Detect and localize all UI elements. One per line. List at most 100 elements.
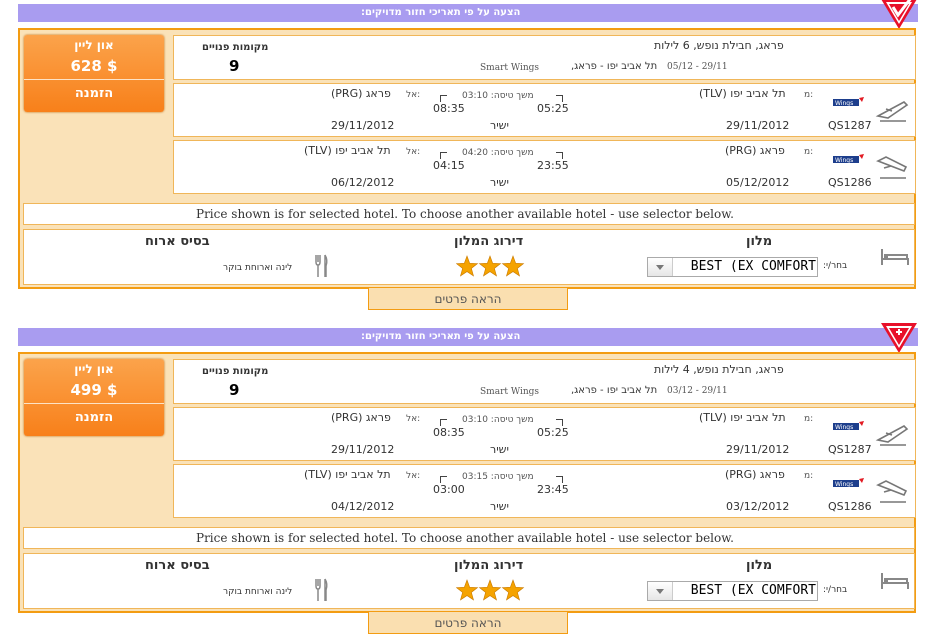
dep-time: 05:25 bbox=[537, 102, 569, 115]
offer-body: און ליין 499 $ הזמנה פראג, חבילת נופש, 4… bbox=[18, 352, 916, 613]
hotel-select[interactable]: BEST (EX COMFORT bbox=[647, 257, 818, 277]
hotel-header: מלון bbox=[746, 558, 773, 573]
divider bbox=[24, 79, 164, 80]
timeline-tick bbox=[440, 152, 447, 159]
dep-time: 23:55 bbox=[537, 159, 569, 172]
board-header: בסיס ארוח bbox=[145, 234, 210, 249]
timeline-tick bbox=[556, 419, 563, 426]
flight-number: QS1286 bbox=[828, 176, 872, 189]
package-summary: פראג, חבילת נופש, 4 לילות 03/12 - 29/11 … bbox=[173, 359, 916, 404]
smart-wings-logo-icon: Wings bbox=[833, 97, 864, 107]
arr-time: 08:35 bbox=[433, 102, 465, 115]
arr-time: 03:00 bbox=[433, 483, 465, 496]
seats-count: 9 bbox=[229, 381, 240, 399]
flight-to: תל אביב יפו (TLV) bbox=[304, 144, 391, 157]
arr-time: 08:35 bbox=[433, 426, 465, 439]
dep-date: 29/11/2012 bbox=[726, 443, 790, 456]
star-icon bbox=[501, 579, 525, 601]
arr-date: 04/12/2012 bbox=[331, 500, 395, 513]
flight-to: תל אביב יפו (TLV) bbox=[304, 468, 391, 481]
departure-plane-icon bbox=[875, 101, 909, 122]
chevron-down-icon[interactable] bbox=[648, 258, 673, 276]
package-route: תל אביב יפו - פראג, bbox=[571, 61, 658, 72]
divider bbox=[24, 403, 164, 404]
dep-time: 05:25 bbox=[537, 426, 569, 439]
flight-outbound: Wings מ: תל אביב יפו (TLV) אל: פראג (PRG… bbox=[173, 407, 916, 461]
arr-date: 29/11/2012 bbox=[331, 119, 395, 132]
plus-icon bbox=[881, 323, 917, 353]
offer-banner: הצעה על פי תאריכי חזור מדויקים: bbox=[18, 4, 918, 22]
seats-count: 9 bbox=[229, 57, 240, 75]
flight-number: QS1286 bbox=[828, 500, 872, 513]
svg-text:Wings: Wings bbox=[835, 157, 853, 164]
seats-label: מקומות פנויים bbox=[202, 42, 269, 53]
flight-to: פראג (PRG) bbox=[331, 87, 391, 100]
board-header: בסיס ארוח bbox=[145, 558, 210, 573]
flight-duration: משך טיסה: 03:10 bbox=[462, 415, 534, 425]
flight-duration: משך טיסה: 03:10 bbox=[462, 91, 534, 101]
hotel-selector-panel: מלון דירוג המלון בסיס ארוח בחר/י: BEST (… bbox=[23, 229, 915, 285]
star-icon bbox=[478, 255, 502, 277]
dep-time: 23:45 bbox=[537, 483, 569, 496]
hotel-rating-stars bbox=[455, 579, 536, 603]
svg-text:Wings: Wings bbox=[835, 100, 853, 107]
book-button[interactable]: הזמנה bbox=[24, 410, 164, 425]
star-icon bbox=[455, 255, 479, 277]
show-details-tab[interactable]: הראה פרטים bbox=[368, 288, 568, 310]
from-label: מ: bbox=[804, 414, 814, 424]
arrival-plane-icon bbox=[876, 156, 908, 179]
offer-banner: הצעה על פי תאריכי חזור מדויקים: bbox=[18, 328, 918, 346]
from-label: מ: bbox=[804, 90, 814, 100]
smart-wings-logo-icon: Wings bbox=[833, 154, 864, 164]
flight-to: פראג (PRG) bbox=[331, 411, 391, 424]
dep-date: 05/12/2012 bbox=[726, 176, 790, 189]
timeline-tick bbox=[556, 476, 563, 483]
package-dates: 03/12 - 29/11 bbox=[667, 386, 728, 396]
board-basis: לינה וארוחת בוקר bbox=[223, 263, 293, 273]
price-box: און ליין 499 $ הזמנה bbox=[24, 359, 164, 436]
flight-from: פראג (PRG) bbox=[725, 144, 785, 157]
hotel-select-value: BEST (EX COMFORT bbox=[690, 583, 816, 598]
dep-date: 29/11/2012 bbox=[726, 119, 790, 132]
fork-knife-icon bbox=[315, 578, 328, 601]
choose-label: בחר/י: bbox=[823, 585, 848, 595]
price-amount: 499 $ bbox=[70, 381, 118, 399]
book-button[interactable]: הזמנה bbox=[24, 86, 164, 101]
choose-label: בחר/י: bbox=[823, 261, 848, 271]
to-label: אל: bbox=[406, 147, 421, 157]
arr-date: 29/11/2012 bbox=[331, 443, 395, 456]
svg-text:Wings: Wings bbox=[835, 481, 853, 488]
chevron-down-icon[interactable] bbox=[648, 582, 673, 600]
smart-wings-logo-icon: Wings bbox=[833, 478, 864, 488]
timeline-tick bbox=[440, 419, 447, 426]
offer-card: הצעה על פי תאריכי חזור מדויקים: און ליין… bbox=[0, 323, 937, 640]
airline-name: Smart Wings bbox=[480, 63, 539, 73]
bed-icon bbox=[881, 249, 909, 265]
arr-time: 04:15 bbox=[433, 159, 465, 172]
hotel-select[interactable]: BEST (EX COMFORT bbox=[647, 581, 818, 601]
svg-text:Wings: Wings bbox=[835, 424, 853, 431]
from-label: מ: bbox=[804, 147, 814, 157]
to-label: אל: bbox=[406, 414, 421, 424]
timeline-tick bbox=[440, 95, 447, 102]
offer-card: הצעה על פי תאריכי חזור מדויקים: און ליין… bbox=[0, 0, 937, 316]
arr-date: 06/12/2012 bbox=[331, 176, 395, 189]
flight-type: ישיר bbox=[490, 500, 509, 513]
hotel-select-value: BEST (EX COMFORT bbox=[690, 259, 816, 274]
to-label: אל: bbox=[406, 90, 421, 100]
airline-name: Smart Wings bbox=[480, 387, 539, 397]
package-title: פראג, חבילת נופש, 6 לילות bbox=[654, 39, 784, 52]
price-note-text: Price shown is for selected hotel. To ch… bbox=[196, 207, 734, 221]
flight-duration: משך טיסה: 04:20 bbox=[462, 148, 534, 158]
seats-label: מקומות פנויים bbox=[202, 366, 269, 377]
show-details-tab[interactable]: הראה פרטים bbox=[368, 612, 568, 634]
package-title: פראג, חבילת נופש, 4 לילות bbox=[654, 363, 784, 376]
board-basis: לינה וארוחת בוקר bbox=[223, 587, 293, 597]
rating-header: דירוג המלון bbox=[454, 558, 524, 573]
from-label: מ: bbox=[804, 471, 814, 481]
banner-text: הצעה על פי תאריכי חזור מדויקים: bbox=[361, 331, 521, 342]
timeline-tick bbox=[556, 152, 563, 159]
smart-wings-logo-icon: Wings bbox=[833, 421, 864, 431]
hotel-selector-panel: מלון דירוג המלון בסיס ארוח בחר/י: BEST (… bbox=[23, 553, 915, 609]
price-box: און ליין 628 $ הזמנה bbox=[24, 35, 164, 112]
